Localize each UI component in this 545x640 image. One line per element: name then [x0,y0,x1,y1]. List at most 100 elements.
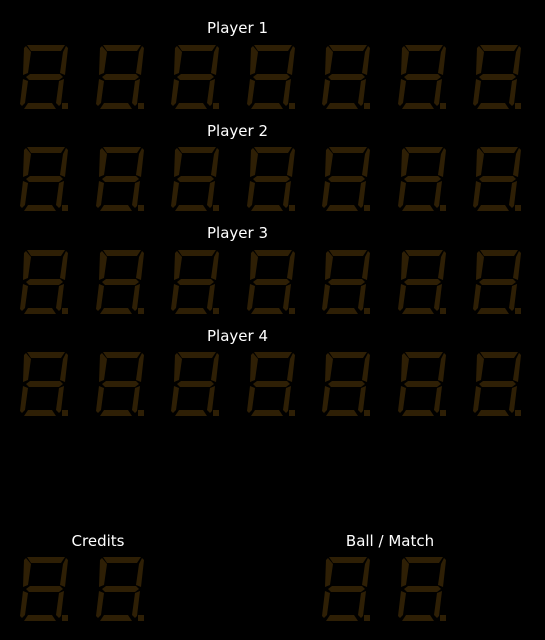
player-4-score-display [18,350,528,418]
segment-g [252,74,290,80]
segment-a [404,352,443,358]
player-1-label: Player 1 [207,19,268,37]
player-4-digit-7 [473,352,521,416]
segment-a [480,45,518,51]
segment-g [403,279,441,285]
segment-g [101,74,139,80]
segment-f [325,558,333,587]
segment-a [102,352,141,358]
segment-a [253,147,292,153]
segment-c [56,181,64,208]
segment-e [397,591,406,618]
segment-d [250,308,283,314]
segment-a [329,352,367,358]
decimal-point [62,103,68,109]
segment-g [177,279,214,285]
segment-f [400,148,409,177]
segment-f [476,251,484,280]
segment-d [99,410,132,416]
segment-g [328,176,365,182]
player-2-digit-4 [246,147,295,211]
segment-c [282,79,291,106]
segment-c [358,591,366,618]
segment-c [433,284,442,311]
decimal-point [62,410,68,416]
player-2-digit-6 [397,147,446,211]
segment-d [24,308,56,314]
segment-a [102,250,141,256]
player-4-digit-6 [397,352,446,416]
segment-g [101,176,139,182]
segment-c [358,284,366,311]
decimal-point [364,308,370,314]
segment-g [328,279,365,285]
player-1-score-display [18,43,528,111]
player-4-digit-4 [246,352,295,416]
segment-g [26,176,63,182]
decimal-point [515,205,521,211]
segment-c [358,79,366,106]
player-3-label: Player 3 [207,224,268,242]
segment-e [246,284,255,311]
segment-d [401,615,434,621]
segment-e [171,181,179,208]
segment-d [250,205,283,211]
segment-e [171,386,179,413]
segment-c [282,386,291,413]
segment-a [178,352,216,358]
segment-d [99,103,132,109]
player-1-digit-6 [397,45,446,109]
segment-f [98,148,107,177]
segment-a [27,147,65,153]
segment-d [401,410,434,416]
segment-c [56,284,64,311]
credits-display [18,555,158,623]
decimal-point [364,410,370,416]
player-1-digit-7 [473,45,521,109]
segment-c [433,591,442,618]
decimal-point [439,205,446,211]
segment-f [174,251,182,280]
segment-f [249,251,258,280]
segment-c [207,284,215,311]
segment-c [282,284,291,311]
player-1-digit-5 [322,45,370,109]
decimal-point [515,410,521,416]
segment-a [404,45,443,51]
segment-e [397,79,406,106]
segment-a [480,352,518,358]
segment-c [56,79,64,106]
segment-f [98,353,107,382]
segment-f [325,353,333,382]
segment-e [20,591,28,618]
segment-d [401,205,434,211]
segment-c [358,386,366,413]
segment-e [246,181,255,208]
player-1-digit-3 [171,45,219,109]
segment-g [479,176,516,182]
segment-c [131,79,140,106]
segment-f [23,148,31,177]
segment-c [358,181,366,208]
segment-f [476,353,484,382]
segment-g [403,74,441,80]
segment-c [207,181,215,208]
credits-digit-2 [95,557,144,621]
segment-f [249,353,258,382]
decimal-point [439,410,446,416]
decimal-point [62,205,68,211]
segment-a [329,557,367,563]
segment-d [24,615,56,621]
segment-f [174,46,182,75]
segment-d [99,308,132,314]
segment-a [404,557,443,563]
segment-d [326,103,358,109]
player-3-digit-7 [473,250,521,314]
player-2-label: Player 2 [207,122,268,140]
player-3-score-display [18,248,528,316]
segment-e [473,181,481,208]
segment-d [24,205,56,211]
segment-g [328,586,365,592]
decimal-point [288,410,295,416]
segment-g [479,381,516,387]
